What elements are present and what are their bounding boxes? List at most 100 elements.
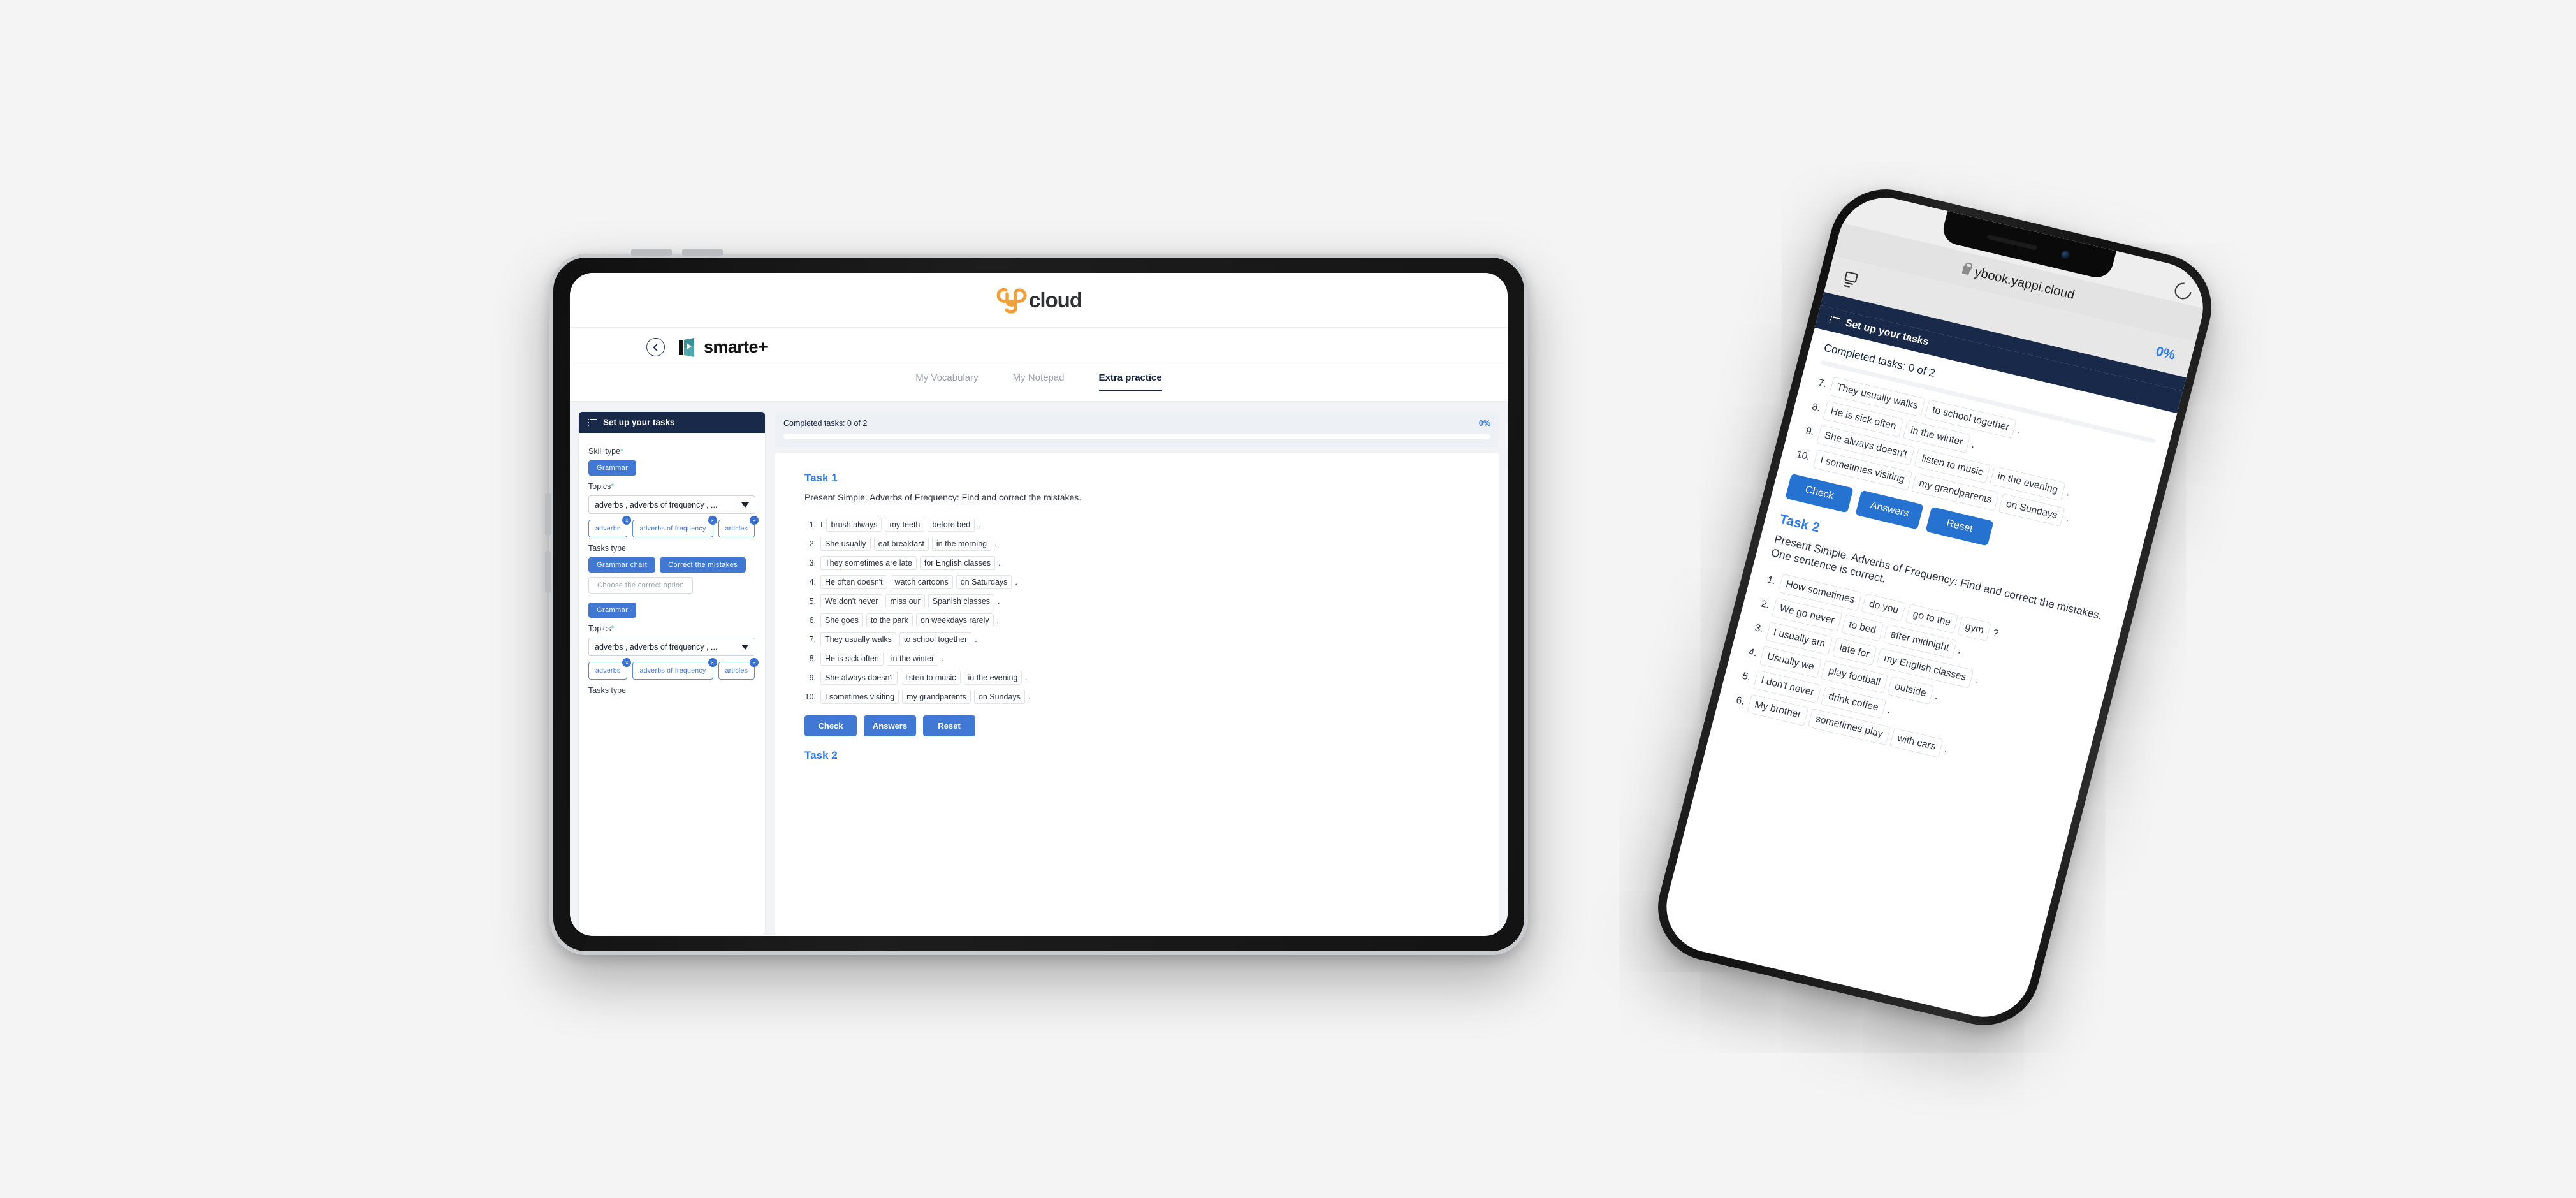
progress-percent: 0% (1478, 419, 1490, 428)
tab-extra-practice[interactable]: Extra practice (1098, 372, 1162, 391)
answer-blank[interactable]: my grandparents (902, 689, 971, 704)
reset-button[interactable]: Reset (923, 715, 975, 736)
answer-blank[interactable]: do you (1861, 593, 1907, 622)
answer-blank[interactable]: We don't never (820, 594, 883, 608)
task-card: Task 1 Present Simple. Adverbs of Freque… (775, 453, 1499, 935)
answer-blank[interactable]: He often doesn't (820, 574, 887, 589)
question-number: 9. (1804, 425, 1816, 438)
answer-blank[interactable]: to the park (866, 613, 913, 627)
tablet-screen: cloud smarte+ My Vocabulary My Notepad E… (570, 273, 1508, 936)
answers-button[interactable]: Answers (1855, 490, 1924, 530)
skill-type-grammar-pill-2[interactable]: Grammar (588, 603, 637, 618)
answer-blank[interactable]: miss our (885, 594, 925, 608)
answer-blank[interactable]: I sometimes visiting (820, 689, 899, 704)
question-row: 8. He is sick often in the winter. (804, 651, 1469, 666)
completed-tasks-label: Completed tasks: 0 of 2 (783, 419, 868, 428)
question-number: 9. (809, 673, 816, 682)
question-punctuation: . (975, 634, 977, 644)
answer-blank[interactable]: my teeth (885, 517, 925, 532)
topic-chip[interactable]: adverbs of frequency × (632, 658, 717, 680)
topics-select-1[interactable]: adverbs , adverbs of frequency , ... (588, 495, 755, 514)
answer-blank[interactable]: She usually (820, 536, 871, 551)
answer-blank[interactable]: brush always (826, 517, 882, 532)
answer-blank[interactable]: on weekdays rarely (915, 613, 994, 627)
ycloud-logo[interactable]: cloud (996, 287, 1082, 314)
answer-blank[interactable]: to bed (1841, 614, 1884, 642)
topic-chip-label: articles (725, 525, 748, 532)
answer-blank[interactable]: in the winter (886, 651, 939, 666)
answer-blank[interactable]: on Sundays (973, 689, 1025, 704)
topic-chip[interactable]: articles × (718, 516, 759, 537)
check-button[interactable]: Check (804, 715, 857, 736)
tablet-volume-down-button[interactable] (682, 249, 723, 256)
tablet-side-button-1[interactable] (545, 493, 551, 536)
close-icon[interactable]: × (708, 658, 717, 667)
answer-blank[interactable]: She goes (820, 613, 863, 627)
topic-chip-label: adverbs of frequency (639, 667, 706, 675)
answer-blank[interactable]: gym (1957, 616, 1992, 642)
question-number: 7. (809, 634, 816, 644)
skill-type-grammar-pill[interactable]: Grammar (588, 460, 637, 476)
topics-select-2[interactable]: adverbs , adverbs of frequency , ... (588, 638, 755, 656)
tablet-side-button-2[interactable] (545, 551, 551, 593)
question-row: 9. She always doesn't listen to music in th… (804, 670, 1469, 685)
close-icon[interactable]: × (622, 516, 632, 525)
answer-blank[interactable]: Spanish classes (928, 594, 995, 608)
answer-blank[interactable]: eat breakfast (873, 536, 929, 551)
answer-blank[interactable]: They usually walks (820, 632, 896, 646)
topic-chip[interactable]: adverbs × (588, 516, 632, 537)
answer-blank[interactable]: listen to music (901, 670, 961, 685)
answers-button[interactable]: Answers (864, 715, 916, 736)
smarte-logo[interactable]: smarte+ (679, 337, 768, 357)
answer-blank[interactable]: outside (1887, 676, 1934, 705)
topic-chip[interactable]: articles × (718, 658, 759, 680)
topic-chip[interactable]: adverbs × (588, 658, 632, 680)
tablet-volume-up-button[interactable] (631, 249, 672, 256)
reload-icon[interactable] (2171, 279, 2195, 303)
answer-blank[interactable]: He is sick often (820, 651, 884, 666)
tab-my-notepad[interactable]: My Notepad (1013, 372, 1065, 391)
answer-blank[interactable]: before bed (928, 517, 975, 532)
question-punctuation: . (1028, 692, 1031, 701)
answer-blank[interactable]: in the evening (963, 670, 1022, 685)
main-column: Completed tasks: 0 of 2 0% Task 1 Presen… (775, 412, 1499, 935)
task-type-correct-the-mistakes[interactable]: Correct the mistakes (660, 557, 746, 573)
question-punctuation: . (978, 520, 980, 529)
answer-blank[interactable]: to school together (899, 632, 972, 646)
answer-blank[interactable]: on Saturdays (956, 574, 1012, 589)
question-row: 1. Ibrush always my teeth before bed. (804, 517, 1469, 532)
question-number: 4. (1747, 646, 1759, 659)
tab-my-vocabulary[interactable]: My Vocabulary (915, 372, 978, 391)
back-icon[interactable] (646, 338, 665, 356)
question-punctuation: . (2065, 487, 2071, 499)
progress-top: Completed tasks: 0 of 2 0% (783, 419, 1490, 428)
answer-blank[interactable]: watch cartoons (890, 574, 953, 589)
tabs-icon[interactable] (1843, 271, 1863, 288)
reset-button[interactable]: Reset (1925, 506, 1994, 546)
task-type-choose-the-correct-option[interactable]: Choose the correct option (588, 577, 693, 594)
app-tabs: My Vocabulary My Notepad Extra practice (570, 367, 1508, 402)
close-icon[interactable]: × (750, 658, 759, 667)
answer-blank[interactable]: with cars (1889, 727, 1944, 758)
question-row: 7. They usually walks to school together. (804, 632, 1469, 646)
answer-blank[interactable]: late for (1831, 637, 1877, 666)
answer-blank[interactable]: They sometimes are late (820, 555, 917, 570)
topic-chip[interactable]: adverbs of frequency × (632, 516, 717, 537)
task-2-title: Task 2 (804, 749, 838, 761)
topics-select-value-1: adverbs , adverbs of frequency , ... (595, 500, 718, 509)
question-row: 3. They sometimes are late for English cla… (804, 555, 1469, 570)
close-icon[interactable]: × (708, 516, 717, 525)
close-icon[interactable]: × (750, 516, 759, 525)
answer-blank[interactable]: for English classes (919, 555, 996, 570)
answer-blank[interactable]: She always doesn't (820, 670, 898, 685)
question-number: 1. (1766, 574, 1777, 587)
question-number: 10. (804, 692, 816, 701)
close-icon[interactable]: × (622, 658, 632, 667)
question-row: 2. She usually eat breakfast in the morning… (804, 536, 1469, 551)
chevron-down-icon (741, 502, 749, 508)
answer-blank[interactable]: go to the (1905, 603, 1959, 634)
check-button[interactable]: Check (1785, 473, 1854, 513)
task-type-grammar-chart[interactable]: Grammar chart (588, 557, 656, 573)
topic-chip-label: adverbs (595, 525, 621, 532)
answer-blank[interactable]: in the morning (931, 536, 992, 551)
